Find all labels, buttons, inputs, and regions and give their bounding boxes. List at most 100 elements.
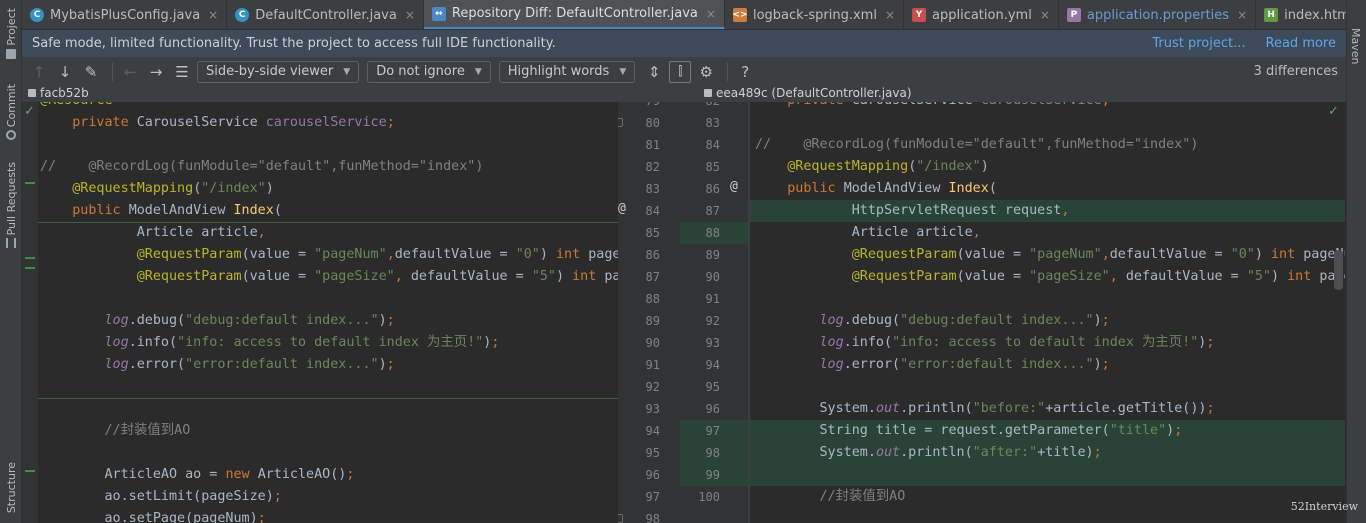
code-line[interactable]: ao.setLimit(pageSize); xyxy=(40,486,281,508)
code-line[interactable]: HttpServletRequest request, xyxy=(755,200,1070,222)
inspection-ok-icon[interactable]: ✓ xyxy=(1328,104,1339,119)
previous-difference-icon[interactable]: ↑ xyxy=(28,61,50,83)
code-line[interactable]: log.error("error:default index..."); xyxy=(40,354,395,376)
editor-tab[interactable]: C MybatisPlusConfig.java × xyxy=(22,0,228,29)
structure-tool-tab[interactable]: Structure xyxy=(3,462,19,513)
editor-tab[interactable]: <> logback-spring.xml × xyxy=(725,0,904,29)
viewer-mode-dropdown[interactable]: Side-by-side viewer ▼ xyxy=(197,60,360,83)
code-line[interactable]: @Resource xyxy=(40,102,113,112)
code-token: "after:" xyxy=(972,445,1038,460)
trust-project-link[interactable]: Trust project... xyxy=(1152,36,1245,51)
code-token: Article article xyxy=(755,225,973,240)
commit-tool-tab[interactable]: Commit xyxy=(3,84,19,141)
code-line[interactable]: public ModelAndView Index( xyxy=(755,178,997,200)
code-token: CarouselService xyxy=(136,115,266,130)
close-icon[interactable]: × xyxy=(1237,8,1247,22)
right-line-number: 97 xyxy=(705,424,720,438)
code-line[interactable]: @RequestParam(value = "pageNum",defaultV… xyxy=(755,244,1345,266)
pull-requests-tool-tab[interactable]: Pull Requests xyxy=(3,162,19,249)
code-line[interactable]: String title = request.getParameter("tit… xyxy=(755,420,1182,442)
code-line[interactable]: @RequestParam(value = "pageNum",defaultV… xyxy=(40,244,618,266)
code-line[interactable]: @RequestParam(value = "pageSize", defaul… xyxy=(40,266,618,288)
code-line[interactable]: // @RecordLog(funModule="default",funMet… xyxy=(40,156,483,178)
code-line[interactable]: public ModelAndView Index( xyxy=(40,200,282,222)
change-marker-line xyxy=(38,398,618,399)
code-line[interactable]: ArticleAO ao = new ArticleAO(); xyxy=(40,464,354,486)
code-line[interactable]: //封装值到AO xyxy=(40,420,191,442)
code-token: "title" xyxy=(1109,423,1167,438)
code-line[interactable]: private CarouselService carouselService; xyxy=(755,102,1110,112)
code-line[interactable]: log.info("info: access to default index … xyxy=(40,332,500,354)
code-token: .error( xyxy=(128,357,186,372)
code-token: , xyxy=(1061,203,1070,218)
fold-toggle-icon[interactable] xyxy=(618,118,623,127)
chevron-down-icon: ▼ xyxy=(619,66,627,77)
code-token: ) xyxy=(1093,357,1102,372)
code-token: "info: access to default index 为主页!" xyxy=(892,335,1199,350)
file-list-icon[interactable]: ☰ xyxy=(171,61,193,83)
code-line[interactable]: log.debug("debug:default index..."); xyxy=(755,310,1110,332)
editor-tab[interactable]: C DefaultController.java × xyxy=(227,0,424,29)
code-token: "5" xyxy=(1246,269,1271,284)
right-line-number: 99 xyxy=(705,468,720,482)
forward-arrow-icon[interactable]: → xyxy=(145,61,167,83)
sync-scroll-icon[interactable]: ⫿ xyxy=(669,60,692,83)
annotation-gutter-icon[interactable]: @ xyxy=(618,201,626,216)
editor-tab[interactable]: Hindex.html× xyxy=(1256,0,1346,29)
editor-tab[interactable]: ↔ Repository Diff: DefaultController.java… xyxy=(423,0,725,29)
code-line[interactable]: private CarouselService carouselService; xyxy=(40,112,395,134)
code-line[interactable]: ao.setPage(pageNum); xyxy=(40,508,265,523)
project-tool-tab[interactable]: Project xyxy=(3,8,19,59)
left-editor-pane[interactable]: @Resource private CarouselService carous… xyxy=(22,102,618,523)
code-token: .error( xyxy=(843,357,901,372)
close-icon[interactable]: × xyxy=(1040,8,1050,22)
right-line-number: 84 xyxy=(705,138,720,152)
code-line[interactable]: //封装值到AO xyxy=(755,486,906,508)
fold-toggle-icon[interactable] xyxy=(618,514,623,523)
collapse-unchanged-icon[interactable]: ⇕ xyxy=(643,61,665,83)
code-line[interactable]: log.debug("debug:default index..."); xyxy=(40,310,395,332)
code-line[interactable]: @RequestParam(value = "pageSize", defaul… xyxy=(755,266,1345,288)
change-gutter-marker xyxy=(25,470,35,472)
read-more-link[interactable]: Read more xyxy=(1266,36,1336,51)
code-line[interactable]: @RequestMapping("/index") xyxy=(40,178,274,200)
vertical-scrollbar[interactable] xyxy=(1334,250,1343,290)
edit-source-icon[interactable]: ✎ xyxy=(80,61,102,83)
code-line[interactable]: Article article, xyxy=(755,222,981,244)
close-icon[interactable]: × xyxy=(885,8,895,22)
close-icon[interactable]: × xyxy=(706,7,716,21)
code-token: "5" xyxy=(531,269,556,284)
code-line[interactable]: System.out.println("before:"+article.get… xyxy=(755,398,1214,420)
left-line-number: 90 xyxy=(645,336,660,350)
code-line[interactable]: // @RecordLog(funModule="default",funMet… xyxy=(755,134,1198,156)
code-token: "/index" xyxy=(201,181,266,196)
close-icon[interactable]: × xyxy=(208,8,218,22)
back-arrow-icon[interactable]: ← xyxy=(119,61,141,83)
code-token: Article article xyxy=(40,225,258,240)
code-token: (value = xyxy=(956,269,1030,284)
code-line[interactable]: log.error("error:default index..."); xyxy=(755,354,1110,376)
inspection-ok-icon[interactable]: ✓ xyxy=(24,104,35,119)
code-token: ; xyxy=(386,357,395,372)
ignore-whitespace-dropdown[interactable]: Do not ignore ▼ xyxy=(367,60,491,83)
annotation-gutter-icon[interactable]: @ xyxy=(730,179,738,194)
gear-icon[interactable]: ⚙ xyxy=(695,61,717,83)
right-editor-pane[interactable]: private CarouselService carouselService;… xyxy=(750,102,1345,523)
code-line[interactable]: log.info("info: access to default index … xyxy=(755,332,1215,354)
editor-tab[interactable]: Papplication.properties × xyxy=(1059,0,1257,29)
close-icon[interactable]: × xyxy=(405,8,415,22)
code-token: ( xyxy=(988,181,997,196)
highlight-words-dropdown[interactable]: Highlight words ▼ xyxy=(498,60,636,83)
code-token: ) xyxy=(556,269,573,284)
right-line-number: 85 xyxy=(705,160,720,174)
maven-tool-tab[interactable]: Maven xyxy=(1349,28,1362,64)
code-line[interactable]: Article article, xyxy=(40,222,266,244)
code-line[interactable]: @RequestMapping("/index") xyxy=(755,156,989,178)
help-icon[interactable]: ? xyxy=(734,61,756,83)
editor-tab[interactable]: Yapplication.yml × xyxy=(904,0,1059,29)
code-token: ao.setLimit(pageSize) xyxy=(40,489,274,504)
code-line[interactable]: System.out.println("after:"+title); xyxy=(755,442,1101,464)
next-difference-icon[interactable]: ↓ xyxy=(54,61,76,83)
